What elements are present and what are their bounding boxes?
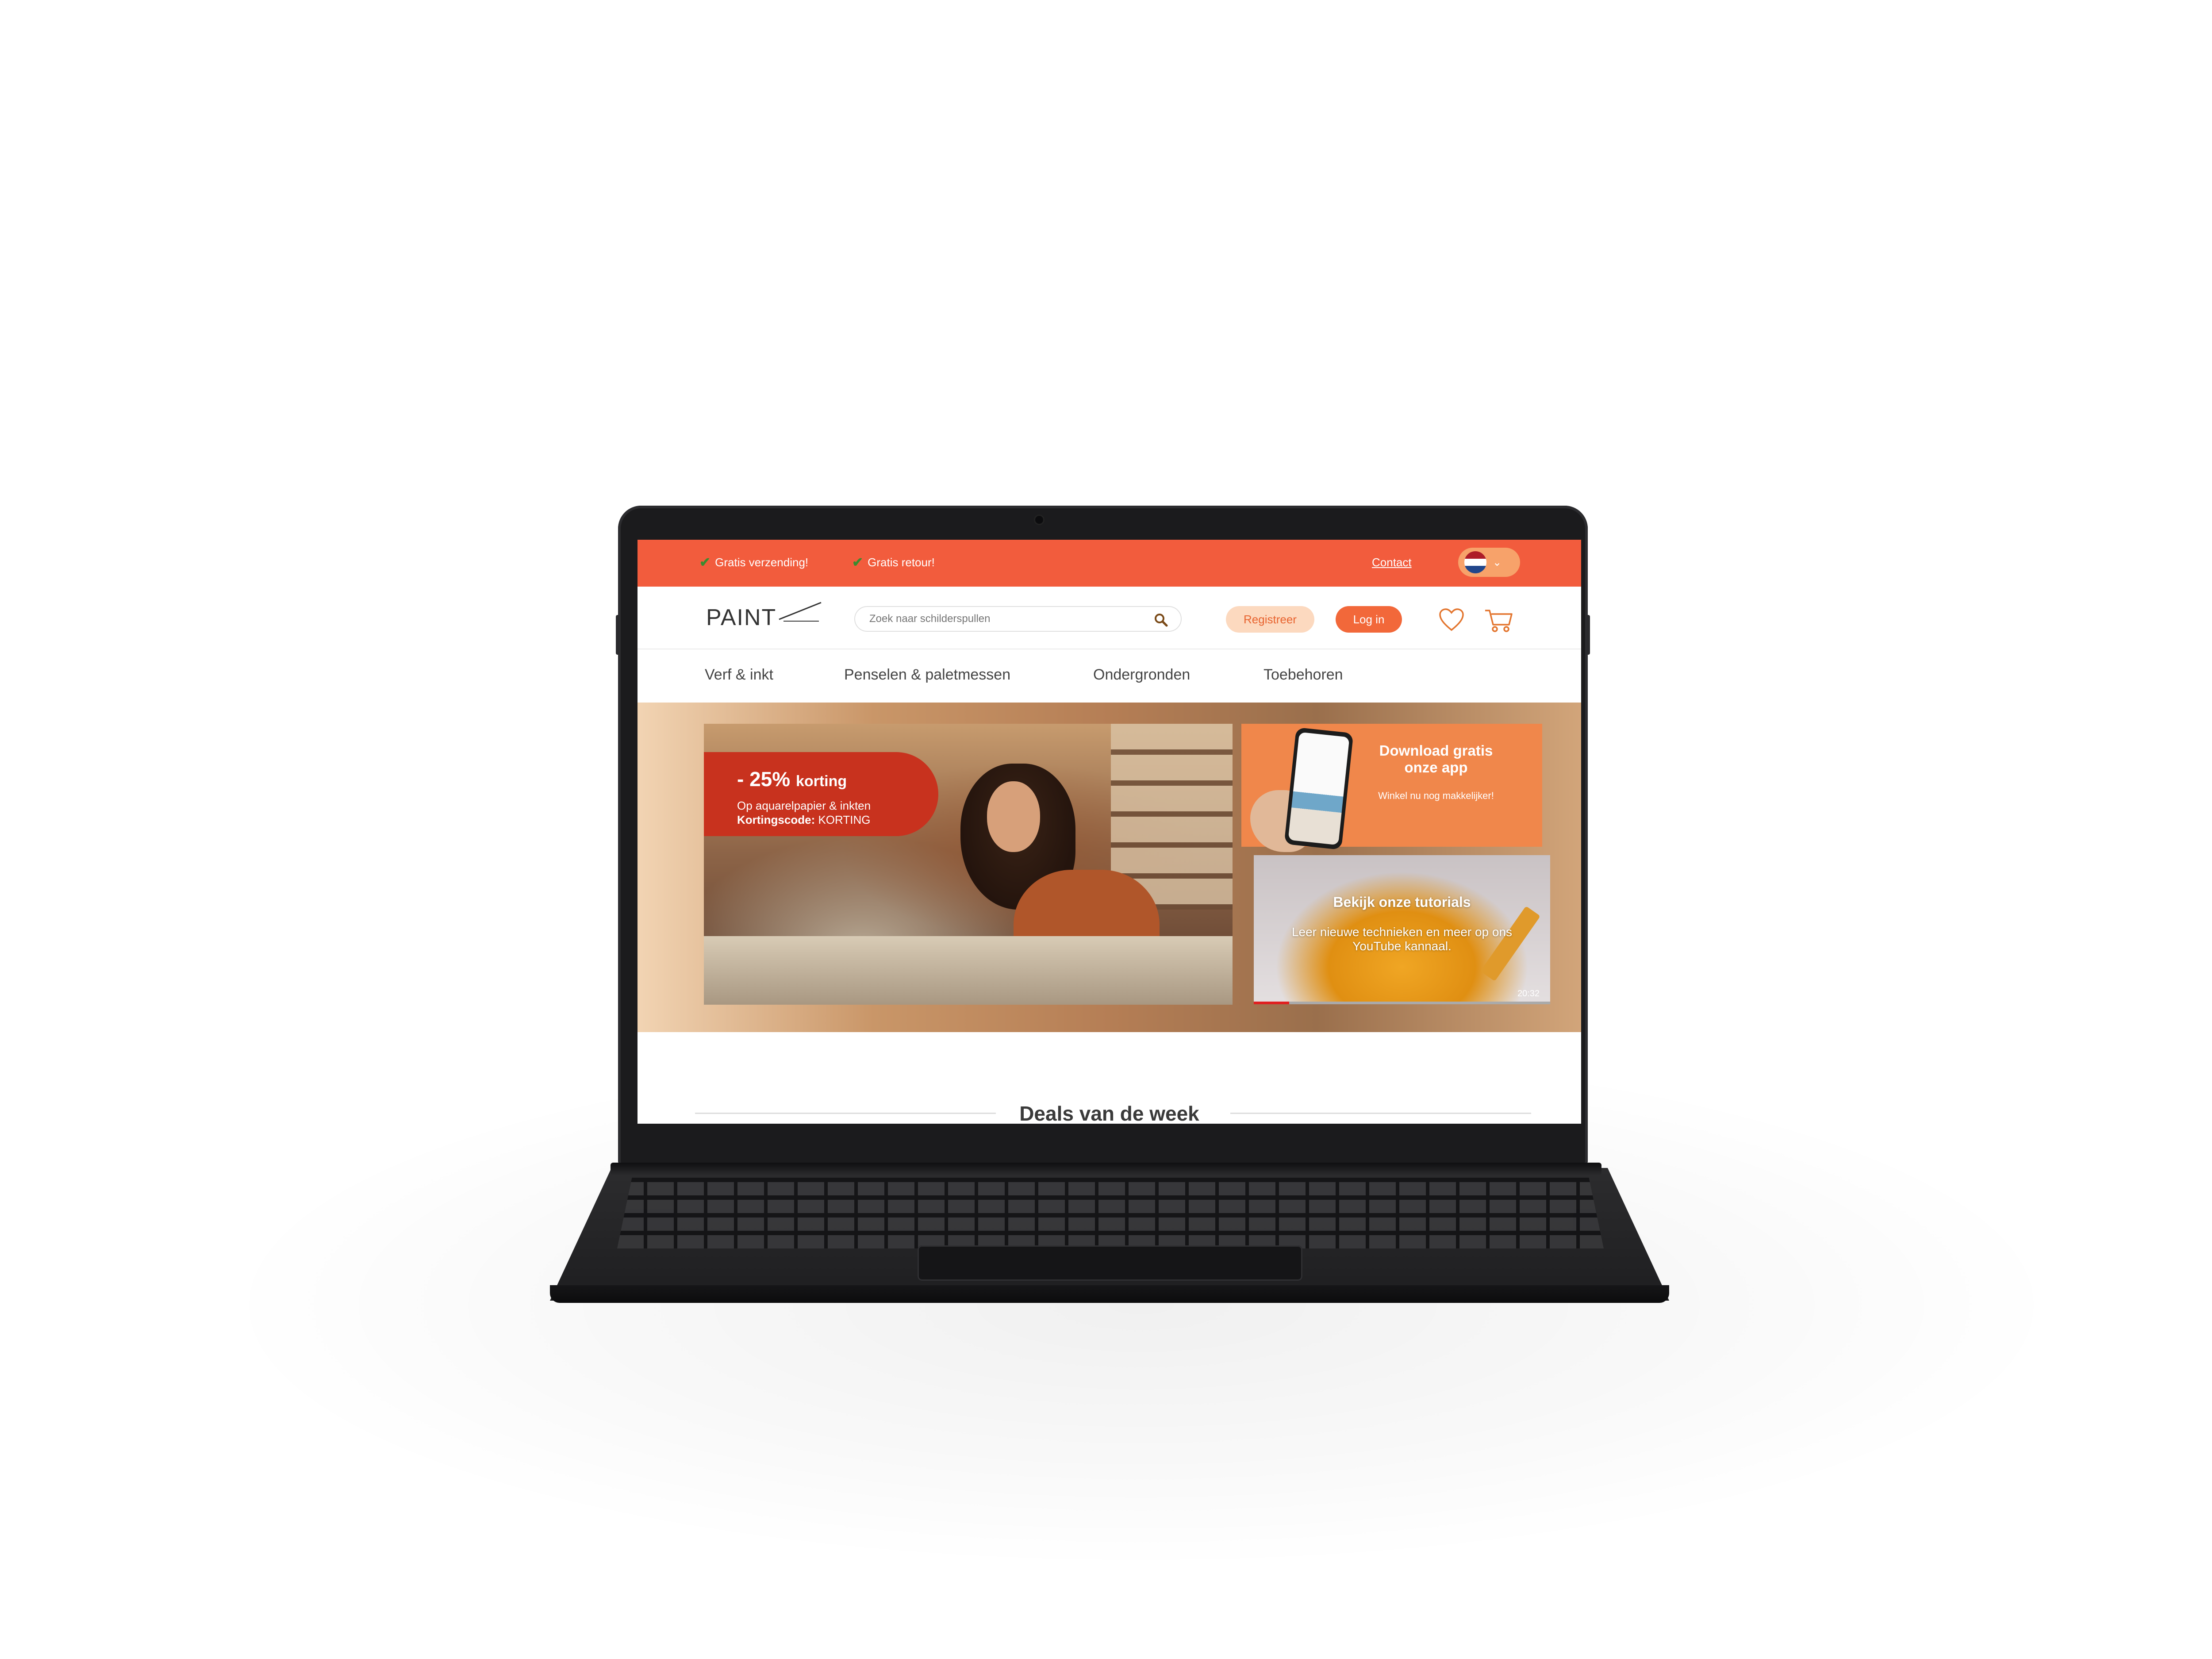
promo-discount-value: - 25% <box>737 768 791 791</box>
keyboard-edge <box>550 1285 1669 1303</box>
promo-description: Op aquarelpapier & inkten <box>737 799 871 812</box>
video-progress-bar[interactable] <box>1254 1002 1550 1004</box>
promo-discount: - 25% korting <box>737 767 847 791</box>
language-selector[interactable]: ⌄ <box>1458 548 1520 577</box>
browser-screen: ✔ Gratis verzending! ✔ Gratis retour! Co… <box>637 540 1581 1124</box>
promo-discount-suffix: korting <box>795 773 847 790</box>
painter-face <box>987 781 1040 852</box>
usp-free-return-label: Gratis retour! <box>868 556 935 569</box>
cart-icon[interactable] <box>1483 608 1514 634</box>
check-icon: ✔ <box>852 555 864 570</box>
deals-section: Deals van de week <box>637 1033 1581 1124</box>
keyboard-keys <box>617 1178 1604 1248</box>
divider-right <box>1230 1113 1531 1114</box>
nav-item-verf-inkt[interactable]: Verf & inkt <box>705 666 773 684</box>
top-bar: ✔ Gratis verzending! ✔ Gratis retour! Co… <box>637 540 1581 587</box>
contact-link[interactable]: Contact <box>1372 556 1412 569</box>
app-title: Download gratis onze app <box>1379 742 1493 776</box>
brush-logo-icon <box>779 602 822 622</box>
keyboard-hinge <box>611 1163 1601 1175</box>
dutch-flag-icon <box>1464 551 1486 573</box>
tutorial-video-card[interactable]: Bekijk onze tutorials Leer nieuwe techni… <box>1254 855 1550 1004</box>
nav-item-penselen[interactable]: Penselen & paletmessen <box>844 666 1010 684</box>
site-header: PAINT Registreer Log in <box>637 587 1581 649</box>
usp-free-shipping: ✔ Gratis verzending! <box>699 555 808 570</box>
power-button <box>1586 615 1590 655</box>
promo-code-value: KORTING <box>818 813 871 826</box>
promo-code-label: Kortingscode: <box>737 813 815 826</box>
volume-button <box>616 615 619 655</box>
painting-table <box>704 936 1233 1005</box>
register-button[interactable]: Registreer <box>1226 606 1314 633</box>
login-button[interactable]: Log in <box>1336 606 1402 633</box>
tutorial-title: Bekijk onze tutorials <box>1333 894 1471 910</box>
phone-image <box>1284 727 1354 850</box>
search-bar[interactable] <box>854 606 1182 632</box>
app-subtitle: Winkel nu nog makkelijker! <box>1378 790 1494 801</box>
video-duration: 20:32 <box>1517 989 1540 998</box>
video-progress-fill <box>1254 1002 1290 1004</box>
trackpad <box>918 1245 1302 1281</box>
usp-free-return: ✔ Gratis retour! <box>852 555 935 570</box>
usp-free-shipping-label: Gratis verzending! <box>715 556 809 569</box>
nav-item-ondergronden[interactable]: Ondergronden <box>1093 666 1190 684</box>
search-icon[interactable] <box>1153 612 1168 627</box>
promo-code: Kortingscode: KORTING <box>737 813 870 827</box>
hero-banner: - 25% korting Op aquarelpapier & inkten … <box>637 703 1581 1032</box>
site-logo[interactable]: PAINT <box>706 604 776 631</box>
camera-icon <box>1035 516 1043 524</box>
app-download-card[interactable]: Download gratis onze app Winkel nu nog m… <box>1241 724 1542 852</box>
tutorial-subtitle: Leer nieuwe technieken en meer op ons Yo… <box>1291 925 1513 953</box>
chevron-down-icon: ⌄ <box>1493 556 1502 568</box>
search-input[interactable] <box>868 612 1167 626</box>
nav-item-toebehoren[interactable]: Toebehoren <box>1263 666 1343 684</box>
phone-screen <box>1288 732 1350 845</box>
promo-discount-banner[interactable]: - 25% korting Op aquarelpapier & inkten … <box>704 752 938 836</box>
heart-icon[interactable] <box>1438 608 1465 632</box>
main-nav: Verf & inkt Penselen & paletmessen Onder… <box>637 649 1581 703</box>
check-icon: ✔ <box>699 555 711 570</box>
